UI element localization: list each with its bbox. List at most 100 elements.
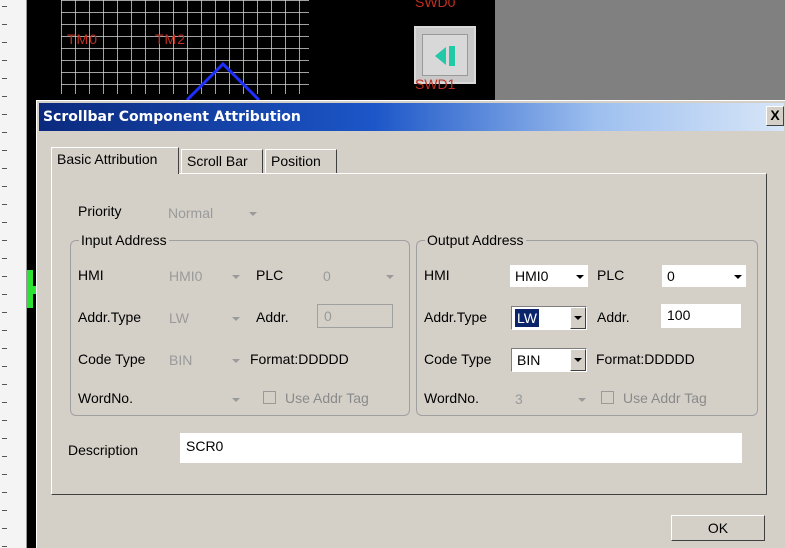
ruler-tick [2,330,7,331]
ruler-tick [2,150,7,151]
input-use-addr-tag-checkbox[interactable] [263,391,276,404]
input-addr-label: Addr. [256,309,289,325]
ruler-tick [2,510,7,511]
chevron-down-icon [232,398,240,402]
input-word-no-select[interactable] [163,387,245,411]
chevron-down-icon [574,316,582,320]
output-plc-value: 0 [667,268,675,284]
chevron-down-icon [578,398,586,402]
chevron-down-icon [232,317,240,321]
output-addr-value: 100 [667,307,691,323]
input-addr-type-label: Addr.Type [78,309,142,325]
output-format-text: Format:DDDDD [596,351,695,367]
ruler-tick [2,186,7,187]
input-plc-label: PLC [256,267,284,283]
input-code-type-label: Code Type [78,351,146,367]
ruler-tick [2,132,7,133]
input-use-addr-tag-label: Use Addr Tag [285,390,369,406]
ruler-tick [2,42,7,43]
output-addr-type-value: LW [515,309,539,327]
tab-basic-attribution[interactable]: Basic Attribution [51,147,179,174]
vertical-ruler [0,0,27,548]
switch-bar-icon [449,46,455,66]
description-label: Description [68,442,139,458]
ruler-tick [2,456,7,457]
scrollbar-attribution-dialog: Scrollbar Component Attribution X Basic … [36,100,785,548]
input-hmi-select[interactable]: HMI0 [163,264,245,288]
chevron-down-icon [574,358,582,362]
chevron-down-icon [576,275,584,279]
output-hmi-label: HMI [424,267,450,283]
chevron-down-icon [249,212,257,216]
description-field[interactable]: SCR0 [180,433,742,463]
ruler-tick [2,6,7,7]
input-format-text: Format:DDDDD [250,351,349,367]
output-hmi-select[interactable]: HMI0 [509,264,589,288]
tab-scroll-bar[interactable]: Scroll Bar [181,149,263,173]
output-word-no-select[interactable]: 3 [509,387,591,411]
left-arrow-switch-icon [435,47,446,65]
ruler-tick [2,240,7,241]
input-address-group: Input Address HMI HMI0 PLC 0 Addr.Type L… [70,232,410,416]
tm2-label[interactable]: TM2 [155,31,186,47]
input-addr-value: 0 [324,308,332,324]
ok-button[interactable]: OK [671,515,765,541]
output-word-no-label: WordNo. [424,390,479,406]
priority-select[interactable]: Normal [162,201,262,225]
chevron-down-icon [386,275,394,279]
input-addr-type-value: LW [169,310,189,326]
input-addr-type-select[interactable]: LW [163,306,245,330]
ruler-tick [2,276,7,277]
dialog-titlebar[interactable]: Scrollbar Component Attribution X [39,103,784,131]
swd1-label[interactable]: SWD1 [415,76,455,92]
dialog-title: Scrollbar Component Attribution [43,109,301,125]
ruler-tick [2,366,7,367]
input-hmi-label: HMI [78,267,104,283]
ruler-tick [2,168,7,169]
ruler-tick [2,204,7,205]
input-plc-value: 0 [323,268,331,284]
ruler-tick [2,402,7,403]
ruler-tick [2,96,7,97]
ruler-tick [2,294,7,295]
output-code-type-value: BIN [517,352,541,368]
input-addr-field[interactable]: 0 [317,304,393,328]
ruler-tick [2,546,7,547]
dropdown-button[interactable] [570,349,586,371]
tab-panel: Priority Normal Input Address HMI HMI0 P… [51,173,767,495]
input-code-type-value: BIN [169,352,193,368]
output-use-addr-tag-label: Use Addr Tag [623,390,707,406]
ruler-tick [2,60,7,61]
ruler-tick [2,78,7,79]
tab-position[interactable]: Position [265,149,337,173]
output-address-group: Output Address HMI HMI0 PLC 0 Addr.Type … [416,232,758,416]
ruler-tick [2,312,7,313]
ruler-tick [2,114,7,115]
tm0-label[interactable]: TM0 [67,31,98,47]
output-plc-select[interactable]: 0 [661,264,747,288]
output-use-addr-tag-checkbox[interactable] [601,391,614,404]
ruler-tick [2,438,7,439]
output-plc-label: PLC [597,267,625,283]
priority-value: Normal [168,205,214,221]
ruler-tick [2,348,7,349]
description-value: SCR0 [186,438,224,454]
close-button[interactable]: X [766,106,784,126]
shape-line[interactable] [167,58,287,100]
ruler-tick [2,528,7,529]
ruler-tick [2,420,7,421]
output-addr-label: Addr. [597,309,630,325]
desktop-area [495,0,785,100]
ruler-tick [2,258,7,259]
output-code-type-select[interactable]: BIN [511,348,587,372]
output-addr-field[interactable]: 100 [661,304,741,328]
ruler-tick [2,384,7,385]
output-address-legend: Output Address [425,232,526,248]
swd0-label[interactable]: SWD0 [415,0,455,10]
input-plc-select[interactable]: 0 [317,264,399,288]
dropdown-button[interactable] [570,307,586,329]
ruler-tick [2,474,7,475]
input-code-type-select[interactable]: BIN [163,348,245,372]
output-addr-type-select[interactable]: LW [511,306,587,330]
output-word-no-value: 3 [515,391,523,407]
